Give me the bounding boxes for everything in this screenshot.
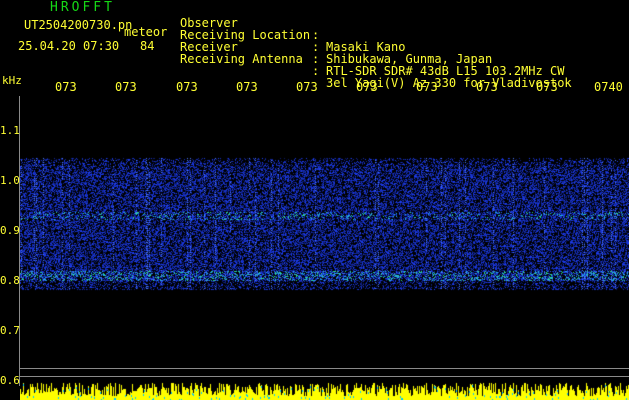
detection-category: meteor [124, 25, 168, 39]
app-title: HROFFT [50, 0, 115, 15]
frequency-tick: 1.0 [0, 174, 20, 187]
plot-left-border [19, 96, 20, 386]
time-tick: 073 [296, 80, 318, 94]
time-tick: 073 [176, 80, 198, 94]
file-name: UT2504200730.pn [24, 18, 133, 32]
frequency-tick: 0.8 [0, 274, 20, 287]
spectrogram-canvas [20, 96, 629, 400]
time-tick: 0740 [594, 80, 623, 94]
frequency-tick: 0.6 [0, 374, 20, 387]
detection-count: 84 [140, 39, 155, 53]
time-tick: 073 [536, 80, 558, 94]
time-tick: 073 [236, 80, 258, 94]
plot-divider-line [20, 368, 629, 369]
time-tick: 073 [416, 80, 438, 94]
time-tick: 073 [356, 80, 378, 94]
spectrogram-plot [20, 96, 629, 400]
date-time: 25.04.20 07:30 [18, 39, 120, 53]
time-tick: 073 [476, 80, 498, 94]
plot-divider-line [20, 376, 629, 377]
frequency-unit-label: kHz [2, 74, 22, 87]
frequency-tick: 0.9 [0, 224, 20, 237]
frequency-tick: 1.1 [0, 124, 20, 137]
time-tick: 073 [55, 80, 77, 94]
frequency-tick: 0.7 [0, 324, 20, 337]
time-tick: 073 [115, 80, 137, 94]
